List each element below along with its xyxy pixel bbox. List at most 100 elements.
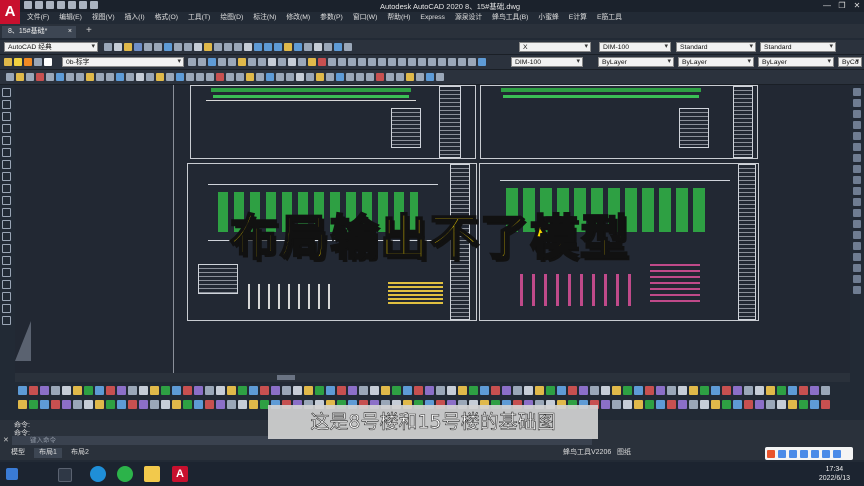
tool-icon-38[interactable] <box>376 73 384 81</box>
plugin-tool-icon[interactable] <box>73 400 82 409</box>
tool-icon-26[interactable] <box>256 73 264 81</box>
tool-icon-39[interactable] <box>386 73 394 81</box>
mirror-icon[interactable] <box>338 58 346 66</box>
task-view-icon[interactable] <box>58 468 72 482</box>
layer-states-icon[interactable] <box>208 58 216 66</box>
tab-layout2[interactable]: 布局2 <box>66 448 94 458</box>
chamfer-side-icon[interactable] <box>853 242 861 250</box>
system-clock[interactable]: 17:34 2022/6/13 <box>819 465 850 483</box>
plugin-tool-icon[interactable] <box>810 386 819 395</box>
explode-icon[interactable] <box>468 58 476 66</box>
ime-menu-icon[interactable] <box>833 449 841 458</box>
plugin-tool-icon[interactable] <box>95 386 104 395</box>
settings-icon[interactable] <box>104 43 112 51</box>
tool-icon-5[interactable] <box>46 73 54 81</box>
tool-icon-21[interactable] <box>206 73 214 81</box>
offset-side-icon[interactable] <box>853 121 861 129</box>
ellipse-arc-icon[interactable] <box>2 208 11 217</box>
revcloud-icon[interactable] <box>2 172 11 181</box>
otrack-icon[interactable] <box>268 58 276 66</box>
plugin-tool-icon[interactable] <box>821 400 830 409</box>
copy-object-icon[interactable] <box>328 58 336 66</box>
insert-block-icon[interactable] <box>2 220 11 229</box>
plugin-tool-icon[interactable] <box>51 400 60 409</box>
plugin-tool-icon[interactable] <box>733 400 742 409</box>
cut-icon[interactable] <box>174 43 182 51</box>
table-style-select[interactable]: Standard <box>676 42 756 52</box>
plugin-tool-icon[interactable] <box>73 386 82 395</box>
scrollbar-thumb[interactable] <box>277 375 295 380</box>
hatch-draw-icon[interactable] <box>2 256 11 265</box>
plugin-tool-icon[interactable] <box>282 386 291 395</box>
plugin-tool-icon[interactable] <box>293 386 302 395</box>
add-selected-icon[interactable] <box>2 316 11 325</box>
tool-icon-33[interactable] <box>326 73 334 81</box>
plugin-tool-icon[interactable] <box>315 386 324 395</box>
plugin-tool-icon[interactable] <box>403 386 412 395</box>
plugin-tool-icon[interactable] <box>40 386 49 395</box>
plugin-tool-icon[interactable] <box>337 386 346 395</box>
plugin-tool-icon[interactable] <box>194 386 203 395</box>
spline-icon[interactable] <box>2 184 11 193</box>
menu-ejisuan[interactable]: E计算 <box>564 12 592 23</box>
sogou-icon[interactable] <box>767 449 775 458</box>
maximize-button[interactable]: ❐ <box>835 0 849 12</box>
plugin-tool-icon[interactable] <box>623 400 632 409</box>
close-command-icon[interactable]: ✕ <box>3 436 9 444</box>
multileader-style-select[interactable]: Standard <box>760 42 836 52</box>
menu-xiaomifeng[interactable]: 小蜜蜂 <box>533 12 563 23</box>
menu-insert[interactable]: 插入(I) <box>120 12 150 23</box>
lineweight-select[interactable]: ByLayer <box>758 57 834 67</box>
plugin-tool-icon[interactable] <box>139 400 148 409</box>
workspace-select[interactable]: AutoCAD 经典 <box>4 42 98 52</box>
match-properties-icon[interactable] <box>204 43 212 51</box>
plugin-tool-icon[interactable] <box>150 400 159 409</box>
rotate-side-icon[interactable] <box>853 154 861 162</box>
make-block-icon[interactable] <box>2 232 11 241</box>
file-explorer-icon[interactable] <box>144 466 160 482</box>
plugin-tool-icon[interactable] <box>106 400 115 409</box>
linetype-select[interactable]: ByLayer <box>678 57 754 67</box>
plugin-tool-icon[interactable] <box>29 400 38 409</box>
plugin-tool-icon[interactable] <box>348 386 357 395</box>
new-file-icon[interactable] <box>24 1 32 9</box>
plugin-tool-icon[interactable] <box>744 400 753 409</box>
region-draw-icon[interactable] <box>2 280 11 289</box>
tab-layout1[interactable]: 布局1 <box>34 448 62 458</box>
plugin-tool-icon[interactable] <box>183 400 192 409</box>
plugin-tool-icon[interactable] <box>788 400 797 409</box>
tool-icon-1[interactable] <box>6 73 14 81</box>
plugin-tool-icon[interactable] <box>205 400 214 409</box>
close-tab-icon[interactable]: × <box>68 26 72 38</box>
plugin-tool-icon[interactable] <box>95 400 104 409</box>
autocad-logo-icon[interactable]: A <box>0 0 20 24</box>
tool-icon-44[interactable] <box>436 73 444 81</box>
tool-icon-19[interactable] <box>186 73 194 81</box>
plugin-tool-icon[interactable] <box>645 400 654 409</box>
horizontal-scrollbar[interactable] <box>15 373 850 382</box>
plugin-tool-icon[interactable] <box>799 400 808 409</box>
tool-icon-35[interactable] <box>346 73 354 81</box>
extend-side-icon[interactable] <box>853 198 861 206</box>
zoom-realtime-icon[interactable] <box>254 43 262 51</box>
scale-side-icon[interactable] <box>853 165 861 173</box>
tool-icon-41[interactable] <box>406 73 414 81</box>
fillet-icon[interactable] <box>458 58 466 66</box>
close-window-button[interactable]: ✕ <box>850 0 864 12</box>
tool-icon-31[interactable] <box>306 73 314 81</box>
plugin-tool-icon[interactable] <box>667 400 676 409</box>
menu-window[interactable]: 窗口(W) <box>348 12 383 23</box>
copy-icon[interactable] <box>184 43 192 51</box>
plugin-tool-icon[interactable] <box>216 386 225 395</box>
plugin-tool-icon[interactable] <box>634 400 643 409</box>
plugin-tool-icon[interactable] <box>700 400 709 409</box>
join-side-icon[interactable] <box>853 231 861 239</box>
plugin-tool-icon[interactable] <box>117 386 126 395</box>
plugin-tool-icon[interactable] <box>260 386 269 395</box>
redo-icon[interactable] <box>234 43 242 51</box>
layer-on-icon[interactable] <box>14 58 22 66</box>
plugin-tool-icon[interactable] <box>601 386 610 395</box>
ime-lang-icon[interactable] <box>778 449 786 458</box>
plugin-tool-icon[interactable] <box>612 386 621 395</box>
tool-icon-6[interactable] <box>56 73 64 81</box>
